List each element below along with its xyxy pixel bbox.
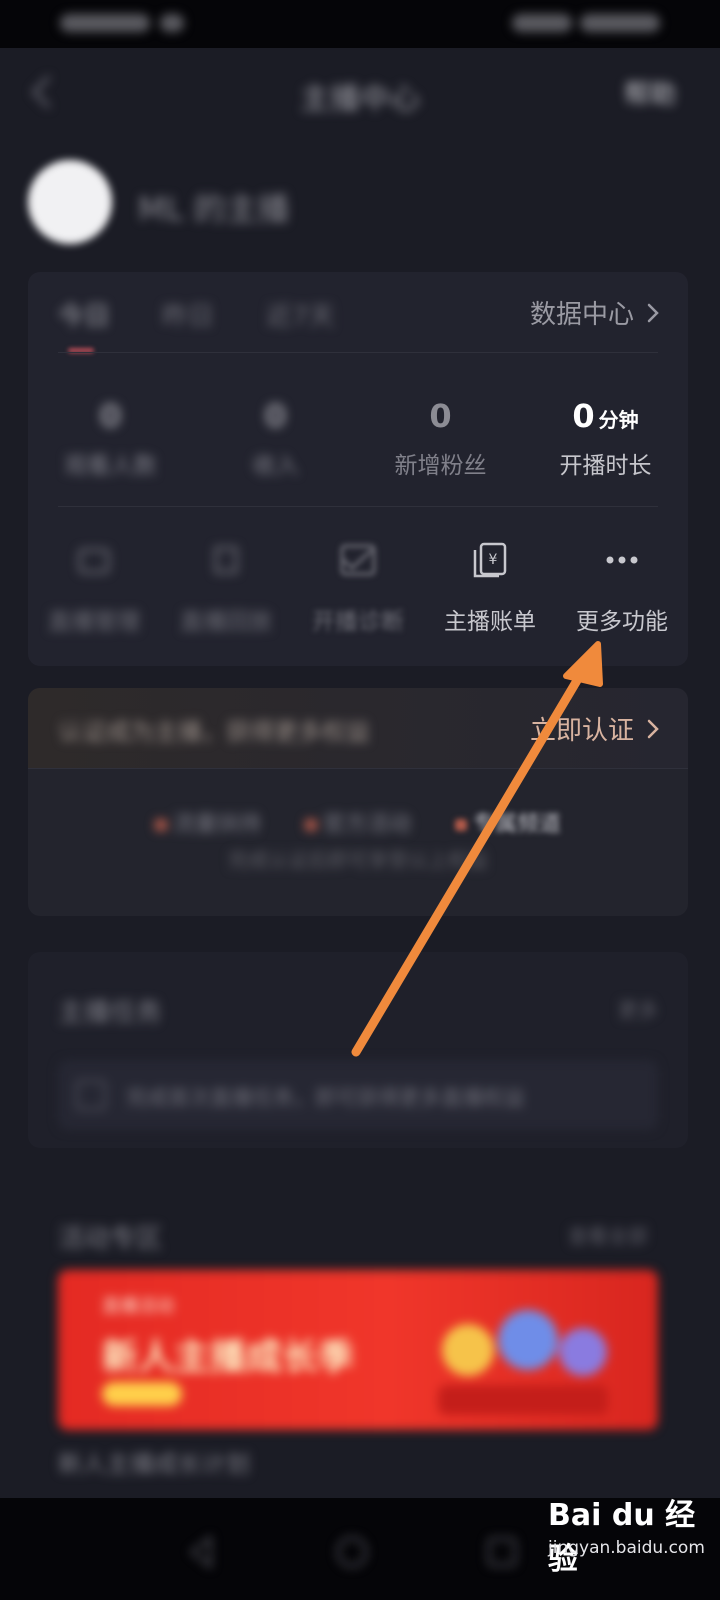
stat-value: 0 <box>99 397 122 435</box>
stat-label: 观看人数 <box>64 453 157 479</box>
promo-banner-button[interactable] <box>102 1382 182 1406</box>
data-center-label: 数据中心 <box>529 300 634 330</box>
tool-live-manage[interactable]: 直播管理 <box>28 540 160 636</box>
stat-unit: 分钟 <box>598 408 639 432</box>
perk-label: 专属频道 <box>473 812 562 837</box>
tasks-title: 主播任务 <box>58 998 163 1028</box>
promo-more-link[interactable]: 查看全部 <box>568 1220 648 1249</box>
divider <box>58 352 658 353</box>
date-tabs: 今日 昨日 近7天 <box>58 296 335 333</box>
perk-item: 官方活动 <box>304 806 411 838</box>
chevron-right-icon <box>647 303 659 322</box>
tab-today[interactable]: 今日 <box>58 296 110 333</box>
verify-card: 认证成为主播，获得更多权益 立即认证 流量扶持 官方活动 专属频道 完成认证后即… <box>28 688 688 916</box>
tasks-more-link[interactable]: 更多 <box>618 994 658 1023</box>
promo-figures-illustration <box>438 1310 608 1415</box>
nav-home-icon[interactable] <box>334 1534 370 1570</box>
more-icon <box>606 556 638 564</box>
watermark-url: jingyan.baidu.com <box>548 1538 705 1558</box>
watermark-logo: Bai du 经验 <box>548 1498 696 1577</box>
status-left-icons <box>60 14 184 32</box>
stat-label: 开播时长 <box>559 453 652 479</box>
promo-banner[interactable]: 直播活动 新人主播成长季 <box>58 1270 658 1430</box>
perk-label: 官方活动 <box>322 812 411 837</box>
promo-banner-sub: 直播活动 <box>102 1296 174 1317</box>
verify-text: 认证成为主播，获得更多权益 <box>58 718 370 746</box>
verify-now-link[interactable]: 立即认证 <box>530 710 660 747</box>
stat-value-number: 0 <box>572 397 595 435</box>
stat-viewers[interactable]: 0 观看人数 <box>28 394 193 480</box>
page-title: 主播中心 <box>300 82 420 117</box>
stat-value: 0 <box>429 397 452 435</box>
stats-row: 0 观看人数 0 收入 0 新增粉丝 0 分钟 开播时长 <box>28 394 688 480</box>
stat-new-followers[interactable]: 0 新增粉丝 <box>358 394 523 480</box>
verify-description: 完成认证后即可享受以上权益 <box>228 848 488 872</box>
tool-bill[interactable]: ¥ 主播账单 <box>424 540 556 636</box>
avatar[interactable] <box>28 160 112 244</box>
tool-label: 主播账单 <box>444 609 536 635</box>
perks-row: 流量扶持 官方活动 专属频道 <box>28 806 688 838</box>
promo-title: 活动专区 <box>58 1224 163 1254</box>
perk-item: 专属频道 <box>455 806 561 838</box>
tools-row: 直播管理 直播回放 开播诊断 ¥ 主播账单 更多功能 <box>28 540 688 636</box>
wifi-icon <box>512 14 572 32</box>
perk-item: 流量扶持 <box>154 806 261 838</box>
battery-icon <box>580 14 660 32</box>
tool-replay[interactable]: 直播回放 <box>160 540 292 636</box>
task-text: 完成首次直播任务，即可获得更多直播权益 <box>126 1086 525 1110</box>
promo-caption: 新人主播成长计划 <box>58 1450 250 1478</box>
task-icon <box>76 1080 106 1110</box>
nav-back-icon[interactable] <box>184 1534 220 1570</box>
status-right-icons <box>512 14 660 32</box>
tab-last-7-days[interactable]: 近7天 <box>266 296 335 333</box>
help-button[interactable]: 帮助 <box>624 74 676 111</box>
profile-name: ML 的主播 <box>138 190 290 228</box>
promo-banner-headline: 新人主播成长季 <box>102 1337 355 1378</box>
tasks-card: 主播任务 更多 完成首次直播任务，即可获得更多直播权益 <box>28 952 688 1148</box>
stat-value: 0 分钟 <box>523 394 688 438</box>
signal-icon <box>160 14 184 32</box>
data-center-link[interactable]: 数据中心 <box>530 294 660 331</box>
status-bar <box>0 0 720 48</box>
stat-income[interactable]: 0 收入 <box>193 394 358 480</box>
perk-icon <box>304 819 317 831</box>
replay-icon <box>214 546 238 574</box>
live-manage-icon <box>78 548 110 574</box>
nav-recents-icon[interactable] <box>484 1534 520 1570</box>
header: 主播中心 帮助 <box>0 48 720 136</box>
stat-label: 新增粉丝 <box>394 453 487 479</box>
data-card: 今日 昨日 近7天 数据中心 0 观看人数 0 收入 0 新增粉丝 0 分钟 开播… <box>28 272 688 666</box>
baidu-jingyan-watermark: Bai du 经验 jingyan.baidu.com <box>548 1490 718 1594</box>
divider <box>58 506 658 507</box>
task-row[interactable]: 完成首次直播任务，即可获得更多直播权益 <box>58 1060 658 1130</box>
bill-icon: ¥ <box>473 542 507 578</box>
perk-label: 流量扶持 <box>172 812 261 837</box>
divider <box>28 768 688 769</box>
perk-icon <box>455 819 467 831</box>
tool-diagnose[interactable]: 开播诊断 <box>292 540 424 636</box>
tool-label: 更多功能 <box>576 609 668 635</box>
tab-yesterday[interactable]: 昨日 <box>162 296 214 333</box>
tool-label: 开播诊断 <box>312 609 404 635</box>
carrier-icon <box>60 14 150 32</box>
svg-text:¥: ¥ <box>489 552 498 568</box>
stat-value: 0 <box>264 397 287 435</box>
diagnose-icon <box>340 544 376 576</box>
tool-label: 直播回放 <box>180 609 272 635</box>
tool-more[interactable]: 更多功能 <box>556 540 688 636</box>
stat-live-duration[interactable]: 0 分钟 开播时长 <box>523 394 688 480</box>
verify-link-label: 立即认证 <box>529 716 634 746</box>
chevron-right-icon <box>647 719 659 738</box>
tool-label: 直播管理 <box>48 609 140 635</box>
stat-label: 收入 <box>252 453 299 479</box>
perk-icon <box>154 819 167 831</box>
